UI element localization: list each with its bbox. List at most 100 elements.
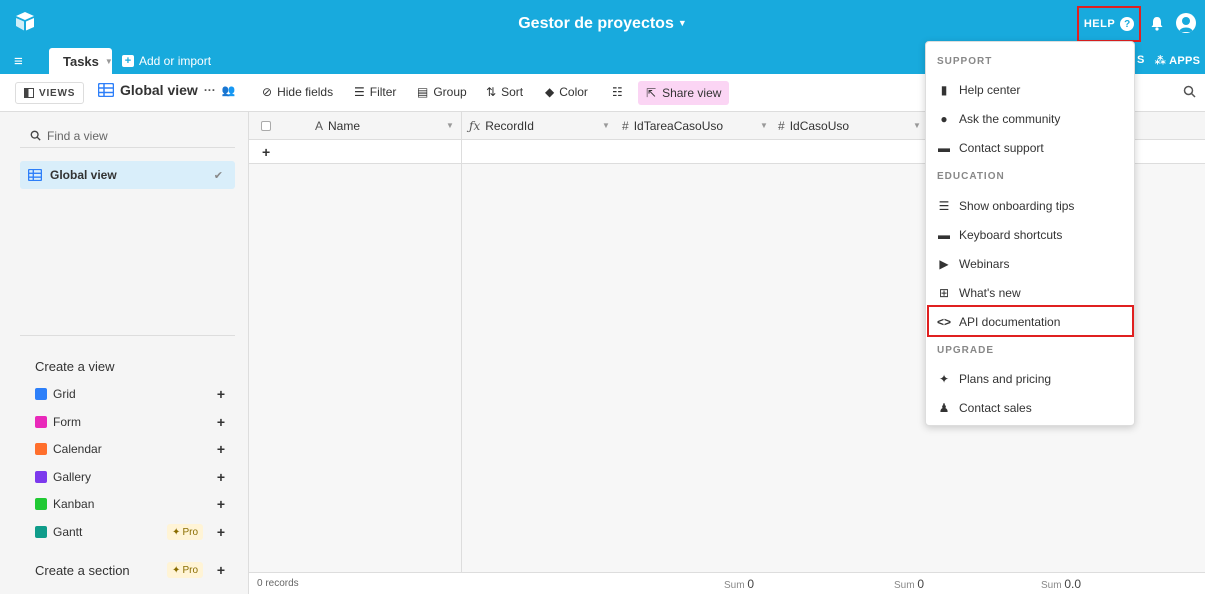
menu-item-webinars[interactable]: ▶ Webinars [937, 253, 1127, 275]
api-documentation-highlight [927, 305, 1134, 337]
color-button[interactable]: ◆ Color [545, 85, 588, 99]
play-icon: ▶ [939, 257, 949, 271]
eye-slash-icon: ⊘ [262, 85, 273, 99]
add-or-import-button[interactable]: + Add or import [122, 54, 211, 68]
chevron-down-icon[interactable]: ▼ [760, 121, 768, 130]
menu-item-plans-pricing[interactable]: ✦ Plans and pricing [937, 368, 1127, 390]
create-form-view[interactable]: Form + [35, 412, 225, 432]
current-view-name[interactable]: Global view ··· 👥 [98, 82, 236, 98]
menu-item-help-center[interactable]: ▮ Help center [937, 79, 1127, 101]
sort-icon: ⇅ [486, 85, 497, 99]
sparkle-icon: ✦ [938, 372, 950, 386]
column-header-recordid[interactable]: ƒx RecordId [469, 112, 534, 140]
menu-item-contact-support[interactable]: ▬ Contact support [937, 137, 1127, 159]
column-header-idcasouso[interactable]: # IdCasoUso [778, 112, 849, 140]
share-view-button[interactable]: ⇱ Share view [638, 81, 730, 105]
checklist-icon: ☰ [938, 199, 950, 213]
views-sidebar: Find a view Global view ✔ Create a view … [0, 112, 249, 594]
row-height-button[interactable]: ☷ [612, 85, 623, 99]
chevron-down-icon[interactable]: ▼ [602, 121, 610, 130]
create-gallery-view[interactable]: Gallery + [35, 467, 225, 487]
chat-bubble-icon: ▬ [938, 141, 950, 155]
more-options-icon[interactable]: ··· [204, 83, 216, 97]
group-icon: ▤ [417, 85, 429, 99]
avatar[interactable] [1176, 13, 1196, 33]
hamburger-menu-icon[interactable]: ≡ [14, 53, 23, 70]
base-title[interactable]: Gestor de proyectos ▼ [0, 15, 1205, 33]
chevron-down-icon: ▼ [104, 56, 113, 66]
sparkle-icon: ✦ [172, 526, 181, 538]
plus-icon: + [216, 562, 225, 578]
apps-icon: ⁂ APPS [1154, 55, 1201, 67]
grid-footer: 0 records Sum 0 Sum 0 Sum 0.0 [249, 572, 1205, 594]
group-button[interactable]: ▤ Group [417, 85, 467, 99]
sum-idcasouso[interactable]: Sum 0 [894, 577, 924, 591]
plus-icon: + [216, 441, 225, 457]
menu-item-ask-community[interactable]: ● Ask the community [937, 108, 1127, 130]
number-icon: # [778, 119, 785, 133]
sum-idtareacasouso[interactable]: Sum 0 [724, 577, 754, 591]
search-icon[interactable] [1183, 85, 1196, 98]
kanban-view-icon [35, 498, 47, 510]
menu-section-education: EDUCATION [937, 171, 1005, 182]
create-kanban-view[interactable]: Kanban + [35, 494, 225, 514]
divider [20, 335, 235, 336]
records-count: 0 records [257, 578, 299, 589]
views-toggle-button[interactable]: VIEWS [15, 82, 85, 104]
apps-button[interactable]: S ⁂ APPS [1137, 54, 1200, 67]
gift-icon: ⊞ [938, 286, 950, 300]
plus-icon: + [216, 496, 225, 512]
menu-item-whats-new[interactable]: ⊞ What's new [937, 282, 1127, 304]
gantt-view-icon [35, 526, 47, 538]
menu-item-onboarding-tips[interactable]: ☰ Show onboarding tips [937, 195, 1127, 217]
sparkle-icon: ✦ [172, 564, 181, 576]
formula-icon: ƒx [469, 119, 481, 133]
question-icon: ? [1120, 17, 1135, 31]
menu-section-upgrade: UPGRADE [937, 345, 995, 356]
form-view-icon [35, 416, 47, 428]
plus-icon: + [216, 524, 225, 540]
grid-view-icon [35, 388, 47, 400]
collaborators-icon[interactable]: 👥 [222, 84, 236, 97]
keyboard-icon: ▬ [938, 228, 950, 242]
grid-view-icon [28, 169, 42, 181]
number-icon: # [622, 119, 629, 133]
bell-icon[interactable] [1150, 16, 1164, 31]
sum-column-5[interactable]: Sum 0.0 [1041, 577, 1081, 591]
checkmark-icon: ✔ [213, 169, 223, 182]
column-header-idtareacasouso[interactable]: # IdTareaCasoUso [622, 112, 723, 140]
create-grid-view[interactable]: Grid + [35, 384, 225, 404]
user-icon [1179, 17, 1193, 32]
create-calendar-view[interactable]: Calendar + [35, 439, 225, 459]
hide-fields-button[interactable]: ⊘ Hide fields [262, 85, 333, 99]
chevron-down-icon[interactable]: ▼ [913, 121, 921, 130]
menu-item-keyboard-shortcuts[interactable]: ▬ Keyboard shortcuts [937, 224, 1127, 246]
paint-bucket-icon: ◆ [545, 85, 555, 99]
menu-item-contact-sales[interactable]: ♟ Contact sales [937, 397, 1127, 419]
globe-icon: ● [940, 112, 948, 126]
plus-icon: + [216, 386, 225, 402]
find-view-input[interactable]: Find a view [20, 124, 235, 148]
calendar-view-icon [35, 443, 47, 455]
sidebar-item-global-view[interactable]: Global view ✔ [20, 161, 235, 189]
sort-button[interactable]: ⇅ Sort [486, 85, 523, 99]
create-section-button[interactable]: Create a section ✦ Pro + [35, 560, 225, 580]
help-label: HELP [1083, 18, 1116, 30]
create-view-heading: Create a view [35, 359, 115, 374]
plus-square-icon: + [122, 55, 134, 67]
sidebar-icon [24, 88, 34, 98]
help-dropdown-menu: SUPPORT ▮ Help center ● Ask the community … [925, 41, 1135, 426]
pro-badge: ✦ Pro [167, 524, 203, 540]
menu-section-support: SUPPORT [937, 56, 993, 67]
plus-icon: + [216, 414, 225, 430]
person-icon: ♟ [938, 401, 950, 415]
plus-icon: + [216, 469, 225, 485]
filter-icon: ☰ [354, 85, 365, 99]
search-icon [30, 130, 41, 141]
help-button[interactable]: HELP ? [1077, 6, 1141, 42]
filter-button[interactable]: ☰ Filter [354, 85, 396, 99]
chevron-down-icon: ▼ [677, 18, 687, 28]
primary-column-divider [249, 112, 462, 594]
create-gantt-view[interactable]: Gantt ✦ Pro + [35, 522, 225, 542]
tab-tasks[interactable]: Tasks ▼ [49, 48, 113, 74]
